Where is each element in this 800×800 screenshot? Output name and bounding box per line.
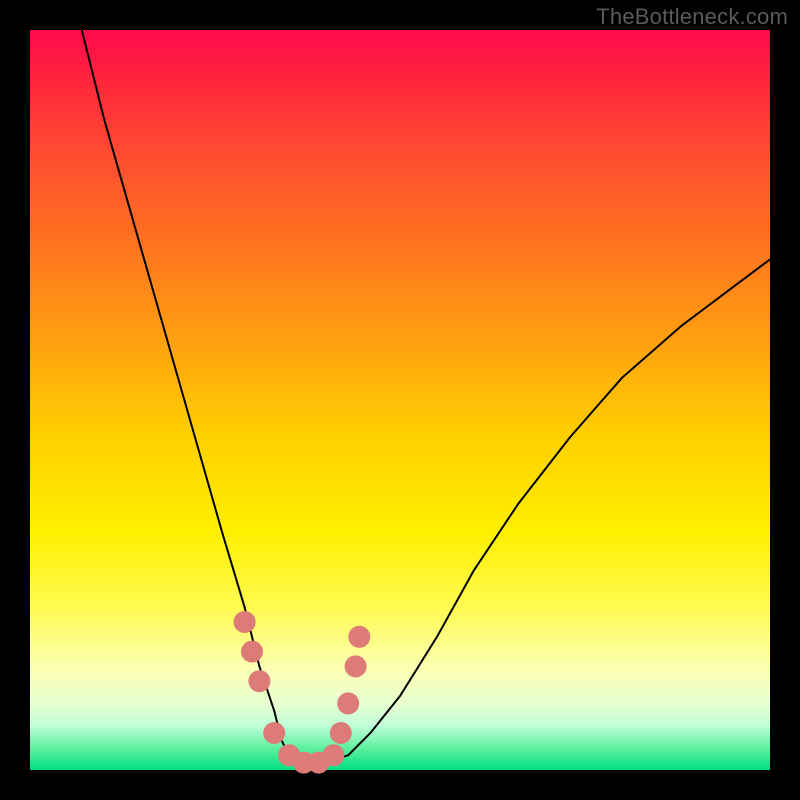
highlight-marker [345, 655, 367, 677]
highlight-marker [348, 626, 370, 648]
highlight-marker [337, 692, 359, 714]
watermark-text: TheBottleneck.com [596, 4, 788, 30]
highlight-marker [248, 670, 270, 692]
highlight-marker [330, 722, 352, 744]
highlight-marker [234, 611, 256, 633]
curve-layer [30, 30, 770, 770]
highlight-markers [234, 611, 371, 774]
highlight-marker [322, 744, 344, 766]
bottleneck-curve [82, 30, 770, 763]
plot-area [30, 30, 770, 770]
highlight-marker [263, 722, 285, 744]
chart-frame: TheBottleneck.com [0, 0, 800, 800]
highlight-marker [241, 641, 263, 663]
